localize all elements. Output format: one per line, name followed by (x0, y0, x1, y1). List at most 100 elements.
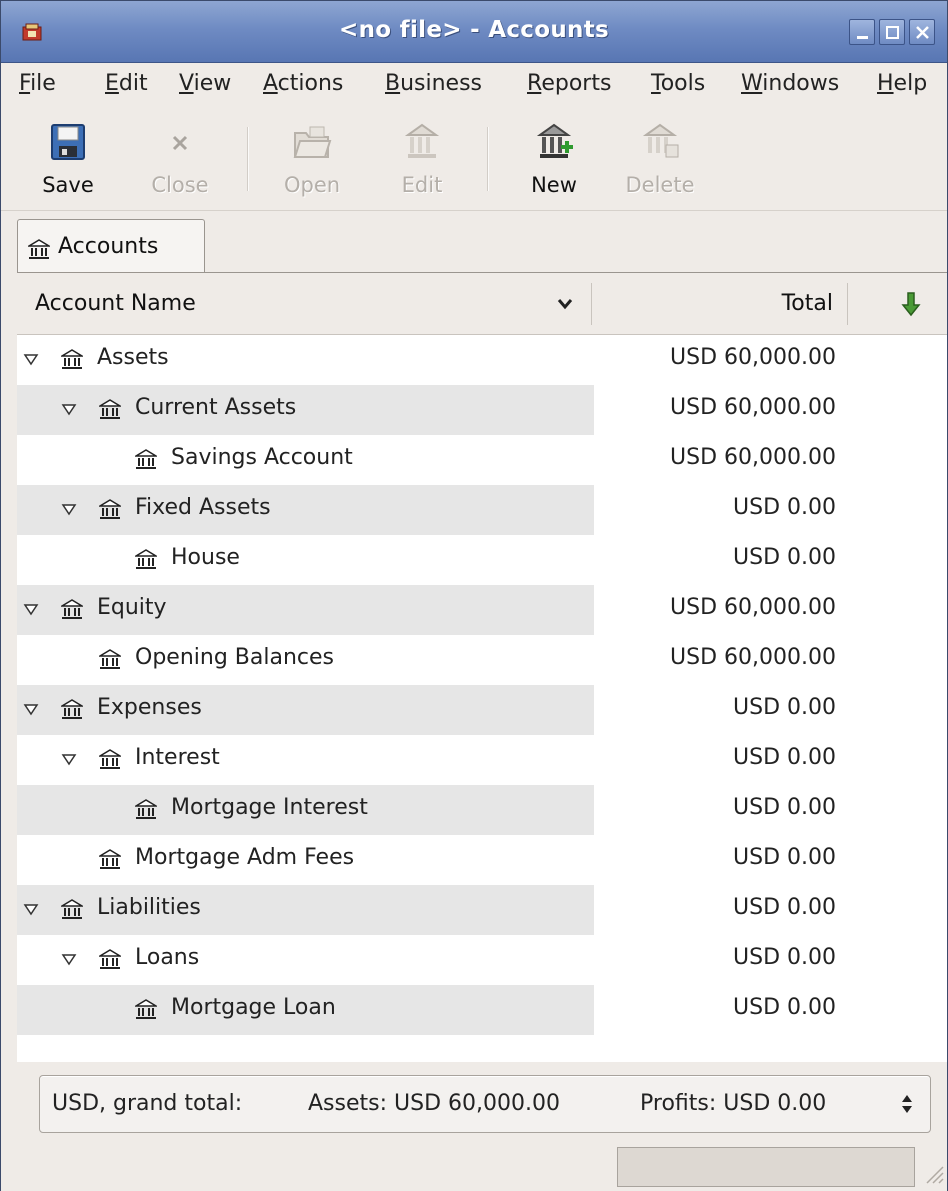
close-x-icon (172, 135, 188, 151)
account-name-cell[interactable]: Loans (17, 935, 594, 985)
account-name-cell[interactable]: House (17, 535, 594, 585)
column-divider[interactable] (591, 283, 592, 325)
open-button[interactable]: Open (273, 121, 351, 197)
account-total: USD 0.00 (733, 945, 836, 970)
account-total-cell[interactable]: USD 0.00 (594, 535, 947, 585)
chevron-down-icon[interactable] (557, 297, 573, 311)
menu-bar: File Edit View Actions Business Reports … (1, 63, 947, 107)
tree-row[interactable]: House USD 0.00 (17, 535, 947, 585)
tree-row[interactable]: Current Assets USD 60,000.00 (17, 385, 947, 435)
tree-row[interactable]: Fixed Assets USD 0.00 (17, 485, 947, 535)
account-name: Current Assets (135, 395, 297, 420)
title-bar[interactable]: <no file> - Accounts (1, 1, 947, 63)
account-total: USD 0.00 (733, 845, 836, 870)
account-tree[interactable]: Account Name Total Assets USD 60,000.00 Cu… (17, 272, 947, 1062)
tree-row[interactable]: Loans USD 0.00 (17, 935, 947, 985)
account-name-cell[interactable]: Fixed Assets (17, 485, 594, 535)
account-total-cell[interactable]: USD 0.00 (594, 835, 947, 885)
toolbar-separator (247, 127, 249, 191)
account-total-cell[interactable]: USD 0.00 (594, 885, 947, 935)
account-total-cell[interactable]: USD 60,000.00 (594, 335, 947, 385)
expander-triangle-icon[interactable] (61, 951, 77, 967)
account-name: Mortgage Adm Fees (135, 845, 355, 870)
account-name-cell[interactable]: Interest (17, 735, 594, 785)
minimize-icon[interactable] (849, 19, 875, 45)
bank-icon (61, 599, 83, 619)
account-total-cell[interactable]: USD 0.00 (594, 485, 947, 535)
save-label: Save (42, 173, 94, 197)
maximize-icon[interactable] (879, 19, 905, 45)
menu-mnemonic: R (527, 71, 542, 96)
close-button[interactable]: Close (141, 121, 219, 197)
menu-windows[interactable]: Windows (741, 71, 839, 96)
up-down-arrows-icon[interactable] (900, 1092, 914, 1116)
column-selector-arrow-icon[interactable] (901, 291, 921, 317)
tree-row[interactable]: Expenses USD 0.00 (17, 685, 947, 735)
tree-row[interactable]: Liabilities USD 0.00 (17, 885, 947, 935)
account-name-cell[interactable]: Mortgage Interest (17, 785, 594, 835)
edit-button[interactable]: Edit (383, 121, 461, 197)
delete-label: Delete (625, 173, 695, 197)
tree-row[interactable]: Assets USD 60,000.00 (17, 335, 947, 385)
account-total-cell[interactable]: USD 60,000.00 (594, 635, 947, 685)
account-name-cell[interactable]: Expenses (17, 685, 594, 735)
tree-row[interactable]: Opening Balances USD 60,000.00 (17, 635, 947, 685)
expander-triangle-icon[interactable] (61, 751, 77, 767)
expander-triangle-icon[interactable] (23, 901, 39, 917)
tab-accounts[interactable]: Accounts (17, 219, 205, 275)
account-total-cell[interactable]: USD 60,000.00 (594, 585, 947, 635)
menu-actions[interactable]: Actions (263, 71, 343, 96)
menu-view[interactable]: View (179, 71, 231, 96)
account-name-cell[interactable]: Liabilities (17, 885, 594, 935)
account-name-cell[interactable]: Savings Account (17, 435, 594, 485)
tree-row[interactable]: Savings Account USD 60,000.00 (17, 435, 947, 485)
expander-triangle-icon[interactable] (23, 601, 39, 617)
account-name: Assets (97, 345, 169, 370)
menu-mnemonic: B (385, 71, 401, 96)
new-account-button[interactable]: New (515, 121, 593, 197)
delete-button[interactable]: Delete (621, 121, 699, 197)
account-total-cell[interactable]: USD 0.00 (594, 735, 947, 785)
tree-row[interactable]: Mortgage Loan USD 0.00 (17, 985, 947, 1035)
expander-triangle-icon[interactable] (23, 701, 39, 717)
summary-bar[interactable]: USD, grand total: Assets: USD 60,000.00 … (39, 1075, 931, 1133)
account-total-cell[interactable]: USD 60,000.00 (594, 435, 947, 485)
tree-row[interactable]: Mortgage Adm Fees USD 0.00 (17, 835, 947, 885)
menu-label: ools (660, 71, 706, 96)
account-name-cell[interactable]: Current Assets (17, 385, 594, 435)
expander-triangle-icon[interactable] (61, 501, 77, 517)
account-name-cell[interactable]: Assets (17, 335, 594, 385)
account-name-cell[interactable]: Mortgage Adm Fees (17, 835, 594, 885)
expander-triangle-icon[interactable] (23, 351, 39, 367)
menu-label: iew (193, 71, 232, 96)
tree-row[interactable]: Interest USD 0.00 (17, 735, 947, 785)
account-name-cell[interactable]: Mortgage Loan (17, 985, 594, 1035)
menu-mnemonic: T (651, 71, 661, 96)
save-button[interactable]: Save (29, 121, 107, 197)
account-name-cell[interactable]: Equity (17, 585, 594, 635)
account-total-cell[interactable]: USD 0.00 (594, 935, 947, 985)
bank-icon (99, 849, 121, 869)
menu-edit[interactable]: Edit (105, 71, 148, 96)
expander-triangle-icon[interactable] (61, 401, 77, 417)
column-header-total[interactable]: Total (607, 291, 833, 316)
open-folder-icon (293, 126, 332, 158)
account-total-cell[interactable]: USD 0.00 (594, 685, 947, 735)
resize-grip-icon[interactable] (921, 1161, 945, 1185)
column-divider[interactable] (847, 283, 848, 325)
menu-business[interactable]: Business (385, 71, 482, 96)
close-icon[interactable] (909, 19, 935, 45)
tree-row[interactable]: Mortgage Interest USD 0.00 (17, 785, 947, 835)
menu-reports[interactable]: Reports (527, 71, 611, 96)
account-total-cell[interactable]: USD 60,000.00 (594, 385, 947, 435)
menu-help[interactable]: Help (877, 71, 927, 96)
account-name-cell[interactable]: Opening Balances (17, 635, 594, 685)
tree-row[interactable]: Equity USD 60,000.00 (17, 585, 947, 635)
menu-tools[interactable]: Tools (651, 71, 705, 96)
column-header-account-name[interactable]: Account Name (35, 291, 196, 316)
menu-file[interactable]: File (19, 71, 56, 96)
menu-label: elp (893, 71, 928, 96)
account-total-cell[interactable]: USD 0.00 (594, 985, 947, 1035)
account-total-cell[interactable]: USD 0.00 (594, 785, 947, 835)
account-total: USD 0.00 (733, 895, 836, 920)
